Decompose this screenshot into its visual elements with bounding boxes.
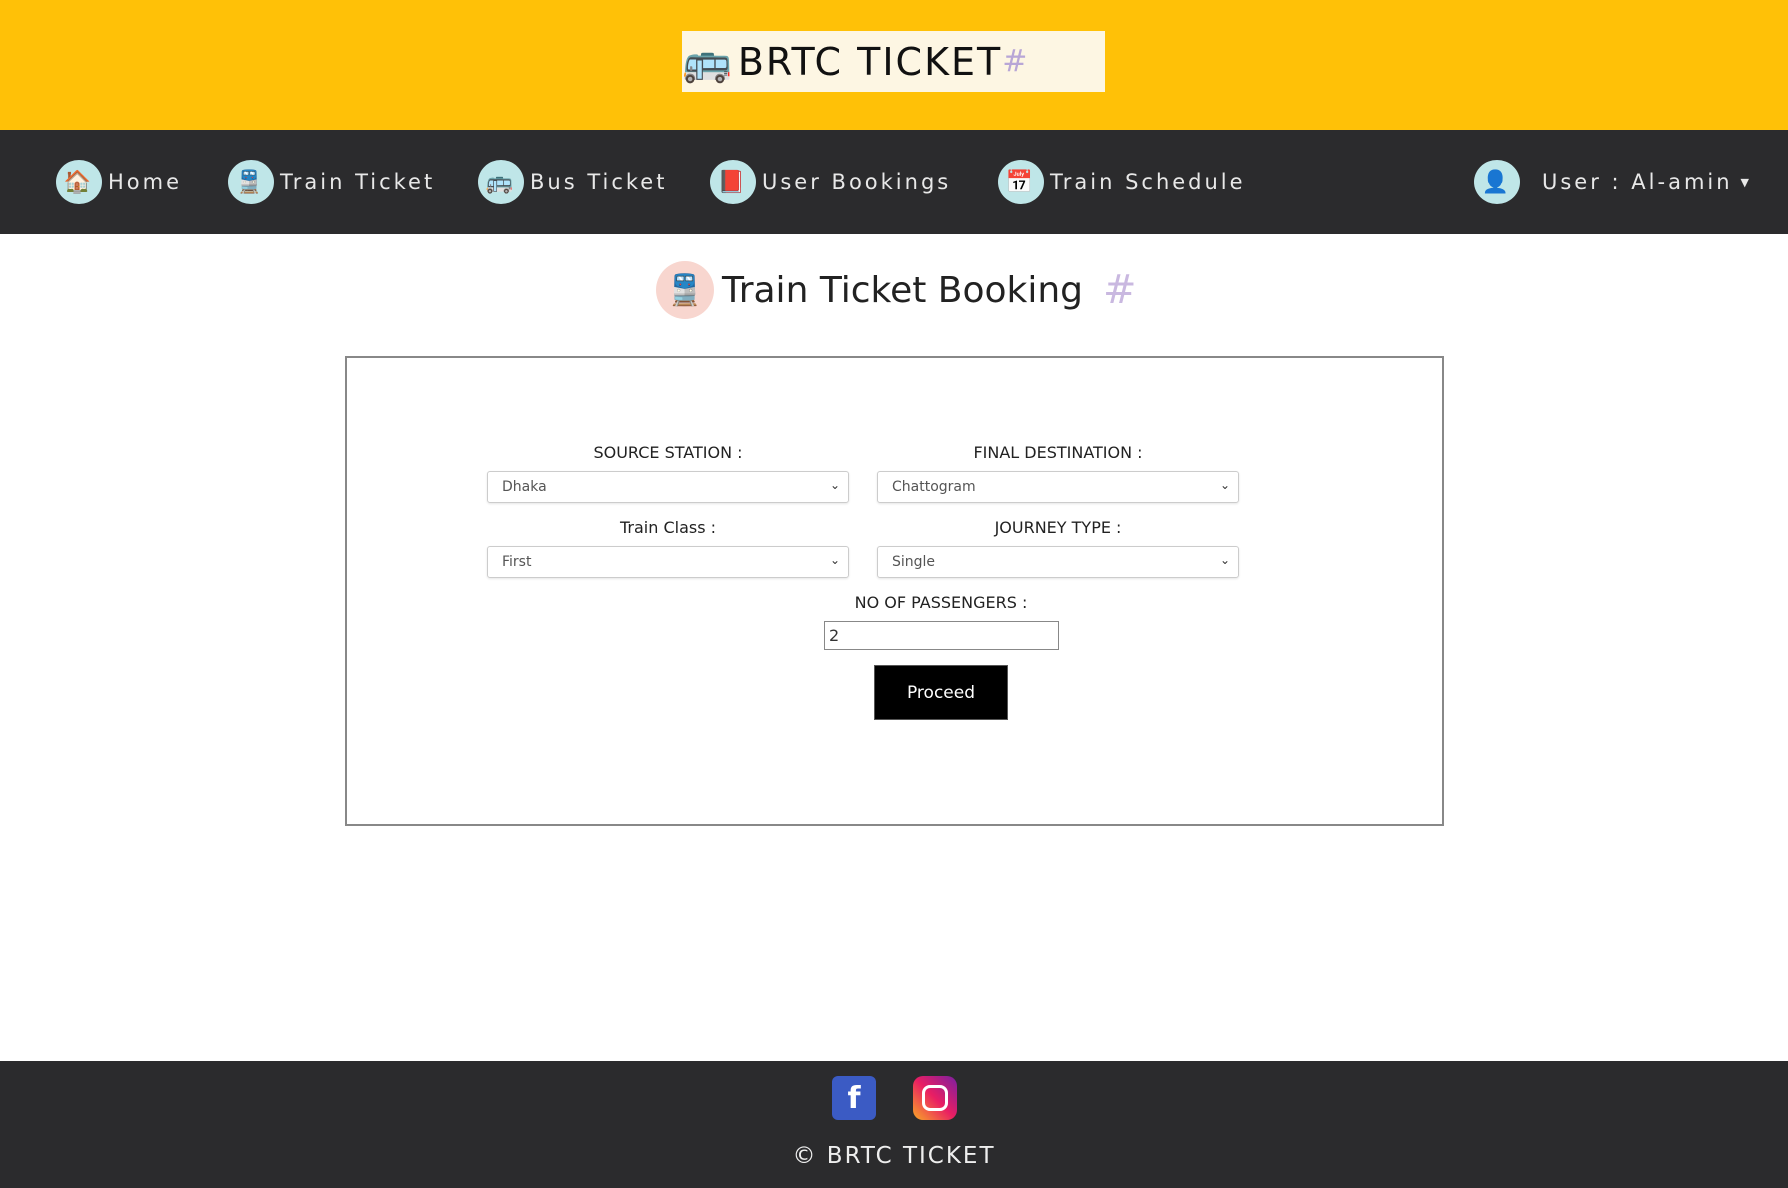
user-menu[interactable]: 👤 User : Al-amin ▼ (1474, 160, 1752, 204)
destination-value: Chattogram (892, 479, 976, 495)
chevron-down-icon: ⌄ (1219, 553, 1230, 567)
passengers-label: NO OF PASSENGERS : (854, 593, 1028, 612)
user-name: User : Al-amin (1542, 170, 1733, 194)
caret-down-icon: ▼ (1740, 175, 1753, 189)
bookings-icon: 📕 (710, 160, 756, 204)
destination-label: FINAL DESTINATION : (973, 443, 1143, 462)
copyright: © BRTC TICKET (792, 1143, 996, 1169)
nav-user-bookings[interactable]: 📕 User Bookings (710, 160, 951, 204)
nav-label: Train Ticket (280, 170, 436, 194)
class-select[interactable]: First ⌄ (487, 546, 849, 578)
facebook-icon[interactable]: f (832, 1076, 876, 1120)
bus-icon: 🚌 (478, 160, 524, 204)
instagram-icon[interactable] (913, 1076, 957, 1120)
source-select[interactable]: Dhaka ⌄ (487, 471, 849, 503)
proceed-button[interactable]: Proceed (874, 665, 1008, 720)
nav-train-schedule[interactable]: 📅 Train Schedule (998, 160, 1246, 204)
class-value: First (502, 554, 532, 570)
train-icon: 🚆 (228, 160, 274, 204)
chevron-down-icon: ⌄ (829, 553, 840, 567)
calendar-icon: 📅 (998, 160, 1044, 204)
nav-bus-ticket[interactable]: 🚌 Bus Ticket (478, 160, 667, 204)
passengers-input[interactable]: 2 (824, 621, 1059, 650)
page-title: 🚆 Train Ticket Booking # (656, 258, 1137, 322)
class-label: Train Class : (619, 518, 717, 537)
railway-track-icon: # (1103, 267, 1137, 313)
navbar: 🏠 Home 🚆 Train Ticket 🚌 Bus Ticket 📕 User Bo… (0, 130, 1788, 234)
brand-title: BRTC TICKET (737, 39, 1003, 84)
nav-label: Bus Ticket (530, 170, 668, 194)
home-icon: 🏠 (56, 160, 102, 204)
nav-label: User Bookings (762, 170, 952, 194)
footer: f © BRTC TICKET (0, 1061, 1788, 1188)
form-container (345, 356, 1444, 826)
brand-logo[interactable]: 🚌 BRTC TICKET # (682, 31, 1105, 92)
journey-label: JOURNEY TYPE : (994, 518, 1122, 537)
bus-icon: 🚌 (682, 39, 732, 85)
train-icon: 🚆 (656, 261, 714, 319)
avatar: 👤 (1474, 160, 1520, 204)
railway-track-icon: # (1002, 44, 1028, 79)
nav-label: Train Schedule (1050, 170, 1246, 194)
nav-label: Home (108, 170, 183, 194)
chevron-down-icon: ⌄ (1219, 478, 1230, 492)
nav-home[interactable]: 🏠 Home (56, 160, 182, 204)
nav-train-ticket[interactable]: 🚆 Train Ticket (228, 160, 435, 204)
chevron-down-icon: ⌄ (829, 478, 840, 492)
journey-select[interactable]: Single ⌄ (877, 546, 1239, 578)
source-label: SOURCE STATION : (593, 443, 743, 462)
destination-select[interactable]: Chattogram ⌄ (877, 471, 1239, 503)
source-value: Dhaka (502, 479, 547, 495)
header-bar: 🚌 BRTC TICKET # (0, 0, 1788, 130)
journey-value: Single (892, 554, 936, 570)
page-title-text: Train Ticket Booking (722, 269, 1084, 311)
